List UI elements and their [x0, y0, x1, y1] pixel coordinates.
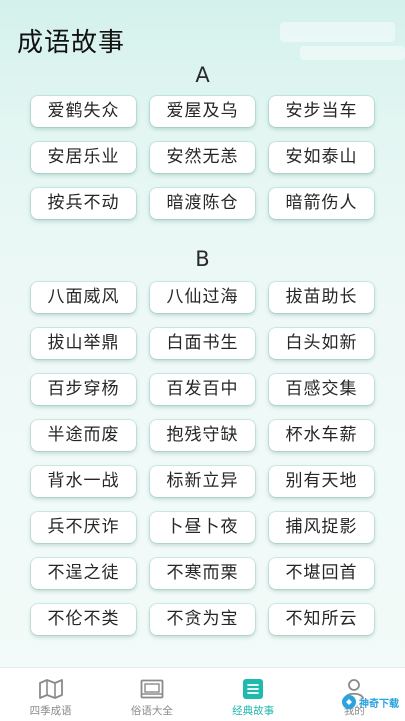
- tab-label: 四季成语: [29, 705, 72, 717]
- idiom-chip[interactable]: 百步穿杨: [31, 374, 136, 405]
- idiom-chip[interactable]: 不贪为宝: [150, 604, 255, 635]
- tab-classic-stories[interactable]: 经典故事: [208, 668, 298, 718]
- idiom-chip[interactable]: 安如泰山: [269, 142, 374, 173]
- idiom-grid-a: 爱鹤失众 爱屋及乌 安步当车 安居乐业 安然无恙 安如泰山 按兵不动 暗渡陈仓 …: [31, 96, 374, 219]
- idiom-chip[interactable]: 不伦不类: [31, 604, 136, 635]
- idiom-chip[interactable]: 安然无恙: [150, 142, 255, 173]
- idiom-chip[interactable]: 兵不厌诈: [31, 512, 136, 543]
- idiom-chip[interactable]: 按兵不动: [31, 188, 136, 219]
- idiom-chip[interactable]: 别有天地: [269, 466, 374, 497]
- idiom-chip[interactable]: 不逞之徒: [31, 558, 136, 589]
- tab-label: 经典故事: [232, 705, 275, 717]
- idiom-chip[interactable]: 拔苗助长: [269, 282, 374, 313]
- idiom-chip[interactable]: 白面书生: [150, 328, 255, 359]
- idiom-chip[interactable]: 安步当车: [269, 96, 374, 127]
- idiom-chip[interactable]: 爱屋及乌: [150, 96, 255, 127]
- idiom-chip[interactable]: 不堪回首: [269, 558, 374, 589]
- header-decoration: [280, 22, 395, 42]
- map-icon: [6, 678, 96, 700]
- idiom-chip[interactable]: 拔山举鼎: [31, 328, 136, 359]
- idiom-chip[interactable]: 百发百中: [150, 374, 255, 405]
- idiom-chip[interactable]: 捕风捉影: [269, 512, 374, 543]
- idiom-chip[interactable]: 爱鹤失众: [31, 96, 136, 127]
- watermark: 神奇下载: [341, 690, 403, 714]
- idiom-chip[interactable]: 杯水车薪: [269, 420, 374, 451]
- tab-seasonal-idioms[interactable]: 四季成语: [6, 668, 96, 718]
- idiom-chip[interactable]: 不知所云: [269, 604, 374, 635]
- idiom-chip[interactable]: 安居乐业: [31, 142, 136, 173]
- idiom-chip[interactable]: 暗渡陈仓: [150, 188, 255, 219]
- idiom-chip[interactable]: 卜昼卜夜: [150, 512, 255, 543]
- idiom-chip[interactable]: 标新立异: [150, 466, 255, 497]
- watermark-logo-icon: [342, 695, 356, 709]
- idiom-chip[interactable]: 半途而废: [31, 420, 136, 451]
- section-header-a: A: [195, 63, 210, 87]
- watermark-text: 神奇下载: [359, 698, 399, 710]
- page-title: 成语故事: [17, 28, 126, 58]
- document-list-icon: [208, 678, 298, 700]
- idiom-chip[interactable]: 八仙过海: [150, 282, 255, 313]
- picture-frame-icon: [107, 678, 197, 700]
- idiom-chip[interactable]: 白头如新: [269, 328, 374, 359]
- idiom-chip[interactable]: 百感交集: [269, 374, 374, 405]
- idiom-chip[interactable]: 八面威风: [31, 282, 136, 313]
- idiom-chip[interactable]: 不寒而栗: [150, 558, 255, 589]
- idiom-chip[interactable]: 背水一战: [31, 466, 136, 497]
- header-decoration: [300, 46, 405, 60]
- idiom-chip[interactable]: 抱残守缺: [150, 420, 255, 451]
- idiom-grid-b: 八面威风 八仙过海 拔苗助长 拔山举鼎 白面书生 白头如新 百步穿杨 百发百中 …: [31, 282, 374, 635]
- tab-sayings[interactable]: 俗语大全: [107, 668, 197, 718]
- idiom-chip[interactable]: 暗箭伤人: [269, 188, 374, 219]
- section-header-b: B: [195, 247, 210, 271]
- tab-label: 俗语大全: [130, 705, 173, 717]
